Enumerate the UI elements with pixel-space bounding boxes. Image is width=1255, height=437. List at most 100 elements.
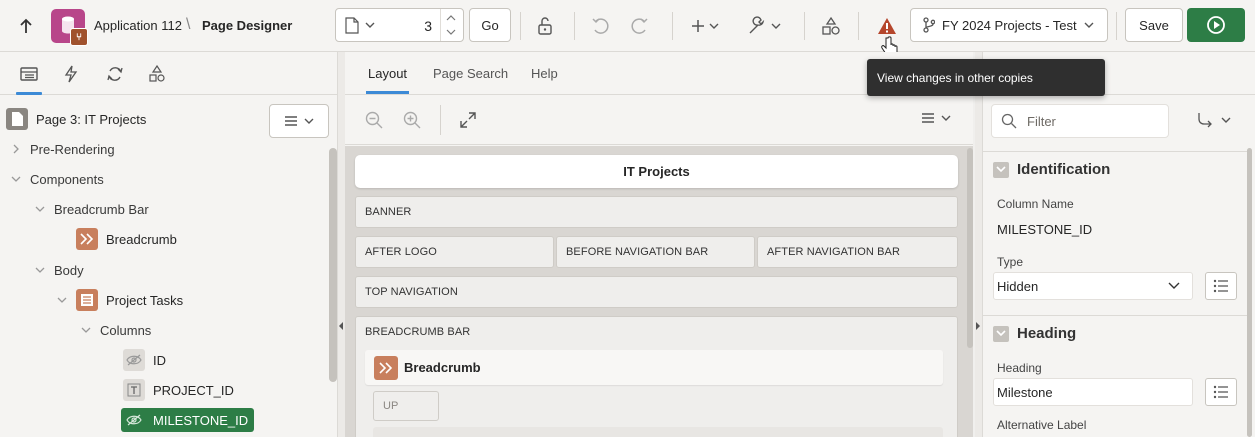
chevron-right-icon[interactable]	[10, 143, 22, 155]
save-button[interactable]: Save	[1125, 8, 1183, 42]
tree-item-label: Project Tasks	[106, 292, 184, 308]
chevron-down-icon	[941, 115, 951, 121]
tab-processing[interactable]	[102, 61, 128, 87]
region-top-navigation[interactable]: TOP NAVIGATION	[355, 276, 958, 308]
property-filter[interactable]: Filter	[991, 104, 1169, 138]
tree-item-breadcrumb-bar[interactable]: Breadcrumb Bar	[34, 194, 149, 224]
zoom-in-icon[interactable]	[403, 111, 421, 129]
tree-item-columns[interactable]: Columns	[80, 315, 151, 345]
property-editor-panel: umn Filter Identification Column Name MI…	[982, 52, 1255, 437]
tree-item-label: Pre-Rendering	[30, 141, 115, 157]
go-to-group-button[interactable]	[1197, 112, 1231, 128]
chevron-down-icon[interactable]	[10, 173, 22, 185]
tree-item-id[interactable]: ID	[123, 345, 166, 375]
canvas-next-region	[373, 427, 943, 437]
chevron-down-icon[interactable]	[80, 324, 92, 336]
run-button[interactable]	[1187, 8, 1245, 42]
tree-item-label: Components	[30, 171, 104, 187]
undo-button[interactable]	[588, 13, 614, 39]
page-selector[interactable]: 3	[335, 8, 464, 42]
top-toolbar: ⑂ Application 112 \ Page Designer 3 Go F…	[0, 0, 1255, 58]
collapse-chevron-icon[interactable]	[993, 325, 1009, 342]
decrement-icon[interactable]	[446, 29, 456, 36]
identification-section-header[interactable]: Identification	[983, 151, 1248, 187]
view-changes-tooltip: View changes in other copies	[867, 59, 1105, 96]
zoom-out-icon[interactable]	[365, 111, 383, 129]
property-scrollbar[interactable]	[1247, 148, 1252, 437]
utilities-menu-button[interactable]	[744, 13, 784, 39]
tree-item-components[interactable]: Components	[10, 164, 104, 194]
region-after-logo[interactable]: AFTER LOGO	[355, 236, 554, 268]
chevron-down-icon[interactable]	[34, 264, 46, 276]
breadcrumb-icon	[374, 355, 398, 380]
tree-page-node[interactable]: Page 3: IT Projects	[6, 104, 146, 134]
page-icon	[6, 108, 28, 130]
tree-menu-button[interactable]	[269, 104, 329, 138]
tree-item-pre-rendering[interactable]: Pre-Rendering	[10, 134, 115, 164]
expand-icon[interactable]	[459, 111, 477, 129]
alternative-label-label: Alternative Label	[997, 418, 1087, 432]
heading-label: Heading	[997, 361, 1042, 375]
tree-item-label: Breadcrumb Bar	[54, 201, 149, 217]
left-splitter[interactable]	[338, 52, 345, 437]
collapse-right-icon	[976, 322, 980, 330]
tree-item-body[interactable]: Body	[34, 255, 84, 285]
chevron-down-icon	[1084, 22, 1094, 28]
heading-title: Heading	[1017, 325, 1077, 342]
collapse-chevron-icon[interactable]	[993, 161, 1009, 178]
tree-item-label: MILESTONE_ID	[153, 412, 249, 428]
breadcrumb-icon	[76, 228, 98, 250]
heading-list-button[interactable]	[1205, 378, 1237, 406]
page-number-input[interactable]: 3	[418, 18, 432, 34]
tree-item-project-tasks[interactable]: Project Tasks	[56, 285, 183, 315]
heading-input[interactable]: Milestone	[993, 378, 1193, 406]
lock-page-button[interactable]	[532, 13, 558, 39]
type-select[interactable]: Hidden	[993, 272, 1193, 300]
tab-dynamic-actions[interactable]	[58, 61, 84, 87]
tab-page-search[interactable]: Page Search	[433, 66, 508, 81]
app-name-link[interactable]: Application 112	[94, 18, 182, 33]
tab-shared-components[interactable]	[144, 61, 170, 87]
page-title: Page 3: IT Projects	[36, 111, 147, 127]
heading-section-header[interactable]: Heading	[983, 315, 1248, 351]
canvas-scrollbar[interactable]	[967, 148, 973, 348]
chevron-down-icon	[1221, 117, 1231, 123]
region-banner[interactable]: BANNER	[355, 196, 958, 228]
layout-canvas: IT Projects BANNER AFTER LOGO BEFORE NAV…	[345, 146, 973, 437]
chevron-down-icon[interactable]	[34, 203, 46, 215]
page-designer-title: Page Designer	[202, 18, 293, 33]
slot-up[interactable]: UP	[373, 391, 439, 421]
redo-button[interactable]	[626, 13, 652, 39]
up-arrow-button[interactable]	[14, 14, 38, 38]
increment-icon[interactable]	[446, 14, 456, 21]
page-heading[interactable]: IT Projects	[355, 155, 958, 188]
tab-layout[interactable]: Layout	[365, 66, 410, 94]
tab-rendering[interactable]	[16, 61, 42, 95]
region-before-navigation-bar[interactable]: BEFORE NAVIGATION BAR	[556, 236, 755, 268]
chevron-down-icon	[709, 23, 719, 29]
branch-badge-icon: ⑂	[70, 28, 88, 46]
arrow-turn-icon	[1198, 113, 1212, 128]
go-button[interactable]: Go	[469, 8, 511, 42]
tree-item-label: Body	[54, 262, 84, 278]
region-after-navigation-bar[interactable]: AFTER NAVIGATION BAR	[757, 236, 958, 268]
menu-icon	[922, 113, 934, 123]
hidden-eye-icon	[123, 349, 145, 371]
right-splitter[interactable]	[975, 52, 982, 437]
left-panel-tabs	[0, 52, 338, 95]
tree-item-label: PROJECT_ID	[153, 382, 234, 398]
create-menu-button[interactable]	[688, 13, 722, 39]
breadcrumb-component[interactable]: Breadcrumb	[365, 350, 943, 385]
tree-scrollbar[interactable]	[329, 148, 337, 382]
tab-help[interactable]: Help	[531, 66, 558, 81]
tree-item-project-id[interactable]: PROJECT_ID	[123, 375, 234, 405]
type-list-button[interactable]	[1205, 272, 1237, 300]
play-icon	[1207, 16, 1225, 34]
shared-components-button[interactable]	[818, 13, 844, 39]
layout-menu-button[interactable]	[921, 112, 951, 124]
breadcrumb-component-label: Breadcrumb	[404, 360, 481, 375]
tree-item-breadcrumb[interactable]: Breadcrumb	[76, 224, 177, 254]
tree-item-milestone-id[interactable]: MILESTONE_ID	[121, 408, 255, 432]
chevron-down-icon[interactable]	[56, 294, 68, 306]
working-copy-button[interactable]: FY 2024 Projects - Test	[910, 8, 1108, 42]
